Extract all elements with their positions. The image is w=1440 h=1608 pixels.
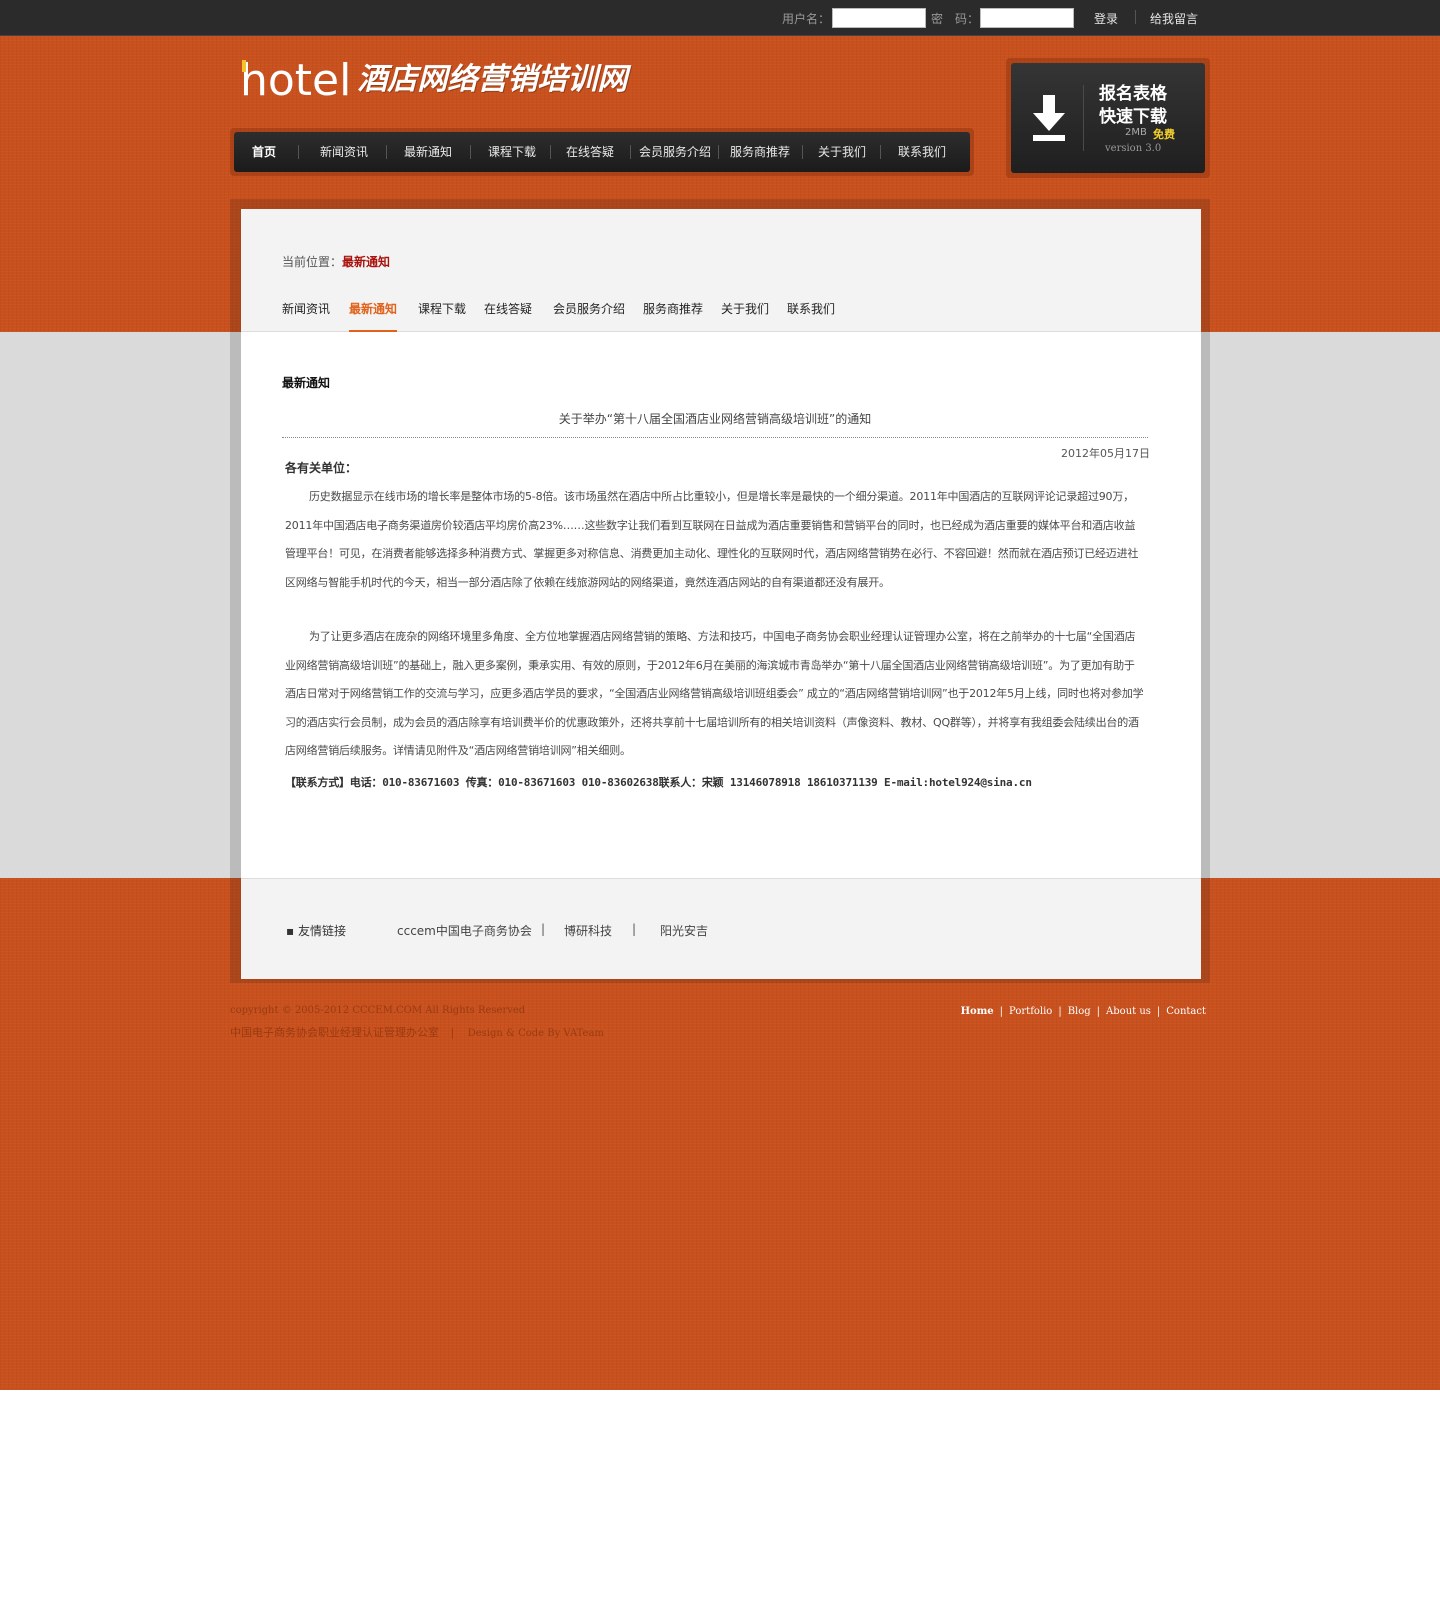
download-title-line1: 报名表格 <box>1099 84 1167 104</box>
main-nav-divider <box>802 145 803 159</box>
site-logo[interactable]: hotel 酒店网络营销培训网 <box>240 48 627 104</box>
friend-link-boyan[interactable]: 博研科技 <box>564 922 612 939</box>
download-box-frame: 报名表格 快速下载 2MB 免费 version 3.0 <box>1006 58 1210 178</box>
main-nav-frame: 首页 新闻资讯 最新通知 课程下载 在线答疑 会员服务介绍 服务商推荐 关于我们… <box>230 128 974 176</box>
sub-nav-item-qa[interactable]: 在线答疑 <box>484 300 532 332</box>
main-nav-divider <box>386 145 387 159</box>
breadcrumb: 当前位置：最新通知 <box>282 253 390 270</box>
main-nav-item-providers[interactable]: 服务商推荐 <box>720 132 800 172</box>
footer-link-portfolio[interactable]: Portfolio <box>1003 1006 1058 1017</box>
friend-links-label: ▪ 友情链接 <box>286 924 346 938</box>
footer-link-blog[interactable]: Blog <box>1062 1006 1097 1017</box>
password-label: 密 码： <box>931 12 980 26</box>
article-paragraph: 为了让更多酒店在庞杂的网络环境里多角度、全方位地掌握酒店网络营销的策略、方法和技… <box>285 630 1144 758</box>
breadcrumb-current[interactable]: 最新通知 <box>342 255 390 269</box>
main-nav-item-notice[interactable]: 最新通知 <box>390 132 466 172</box>
download-arrow-icon <box>1033 95 1065 141</box>
sub-nav-item-courses[interactable]: 课程下载 <box>418 300 466 332</box>
login-bar: 用户名： 密 码： 登录 给我留言 <box>0 0 1440 36</box>
friend-links-bar: ▪ 友情链接 cccem中国电子商务协会 | 博研科技 | 阳光安吉 <box>241 878 1201 979</box>
password-input[interactable] <box>980 8 1074 28</box>
friend-link-yangguang[interactable]: 阳光安吉 <box>660 922 708 939</box>
article-title: 关于举办“第十八届全国酒店业网络营销高级培训班”的通知 <box>282 410 1148 438</box>
main-nav-item-membership[interactable]: 会员服务介绍 <box>630 132 720 172</box>
section-title: 最新通知 <box>282 376 331 390</box>
main-nav-item-qa[interactable]: 在线答疑 <box>552 132 628 172</box>
friend-link-cccem[interactable]: cccem中国电子商务协会 <box>397 922 532 939</box>
logo-en-text: hotel <box>240 55 352 106</box>
article-paragraph: 历史数据显示在线市场的增长率是整体市场的5-8倍。该市场虽然在酒店中所占比重较小… <box>285 490 1139 589</box>
username-label: 用户名： <box>782 12 831 26</box>
footer-link-contact[interactable]: Contact <box>1160 1006 1212 1017</box>
footer-design-credit: Design & Code By VATeam <box>467 1028 604 1039</box>
article-greeting: 各有关单位： <box>285 461 358 475</box>
article-contact-info: 【联系方式】电话：010-83671603 传真：010-83671603 01… <box>285 776 1032 789</box>
main-nav-divider <box>718 145 719 159</box>
main-nav-item-home[interactable]: 首页 <box>244 132 284 172</box>
main-nav-item-contact[interactable]: 联系我们 <box>882 132 962 172</box>
panel-header: 当前位置：最新通知 新闻资讯 最新通知 课程下载 在线答疑 会员服务介绍 服务商… <box>241 209 1201 332</box>
leave-message-link[interactable]: 给我留言 <box>1150 10 1198 27</box>
main-nav-divider <box>550 145 551 159</box>
friend-link-separator: | <box>541 922 546 936</box>
article-date: 2012年05月17日 <box>1061 447 1150 460</box>
sub-nav-item-membership[interactable]: 会员服务介绍 <box>553 300 625 332</box>
download-title-line2: 快速下载 <box>1099 107 1167 127</box>
main-nav-item-news[interactable]: 新闻资讯 <box>306 132 382 172</box>
sub-nav-item-notice[interactable]: 最新通知 <box>349 300 398 332</box>
friend-link-separator: | <box>632 922 637 936</box>
breadcrumb-label: 当前位置： <box>282 255 343 269</box>
logo-cn-text: 酒店网络营销培训网 <box>357 62 628 97</box>
sub-nav-item-news[interactable]: 新闻资讯 <box>282 300 330 332</box>
footer-link-home[interactable]: Home <box>955 1006 1000 1017</box>
main-nav-divider <box>880 145 881 159</box>
sub-nav-item-about[interactable]: 关于我们 <box>721 300 769 332</box>
username-input[interactable] <box>832 8 926 28</box>
topbar-divider <box>1135 10 1136 24</box>
download-size: 2MB <box>1125 127 1147 138</box>
content-panel: 当前位置：最新通知 新闻资讯 最新通知 课程下载 在线答疑 会员服务介绍 服务商… <box>241 209 1201 979</box>
footer-org-line: 中国电子商务协会职业经理认证管理办公室 | Design & Code By V… <box>230 1024 604 1040</box>
download-divider <box>1083 85 1084 151</box>
sub-nav-item-contact[interactable]: 联系我们 <box>787 300 835 332</box>
login-link[interactable]: 登录 <box>1094 10 1118 27</box>
sub-nav-item-providers[interactable]: 服务商推荐 <box>643 300 703 332</box>
footer-pipe: | <box>450 1026 455 1039</box>
footer-org: 中国电子商务协会职业经理认证管理办公室 <box>230 1026 439 1039</box>
download-version: version 3.0 <box>1105 143 1162 154</box>
main-nav-divider <box>470 145 471 159</box>
main-nav: 首页 新闻资讯 最新通知 课程下载 在线答疑 会员服务介绍 服务商推荐 关于我们… <box>234 132 970 172</box>
main-nav-item-courses[interactable]: 课程下载 <box>474 132 550 172</box>
main-nav-divider <box>298 145 299 159</box>
friend-links-label-text: 友情链接 <box>297 924 346 938</box>
copyright-text: copyright © 2005-2012 CCCEM.COM All Righ… <box>230 1005 526 1016</box>
download-free-badge: 免费 <box>1153 128 1175 141</box>
footer-links: Home | Portfolio | Blog | About us | Con… <box>940 1006 1212 1017</box>
main-nav-item-about[interactable]: 关于我们 <box>804 132 880 172</box>
footer-link-about[interactable]: About us <box>1100 1006 1157 1017</box>
download-form-button[interactable]: 报名表格 快速下载 2MB 免费 version 3.0 <box>1011 63 1205 173</box>
